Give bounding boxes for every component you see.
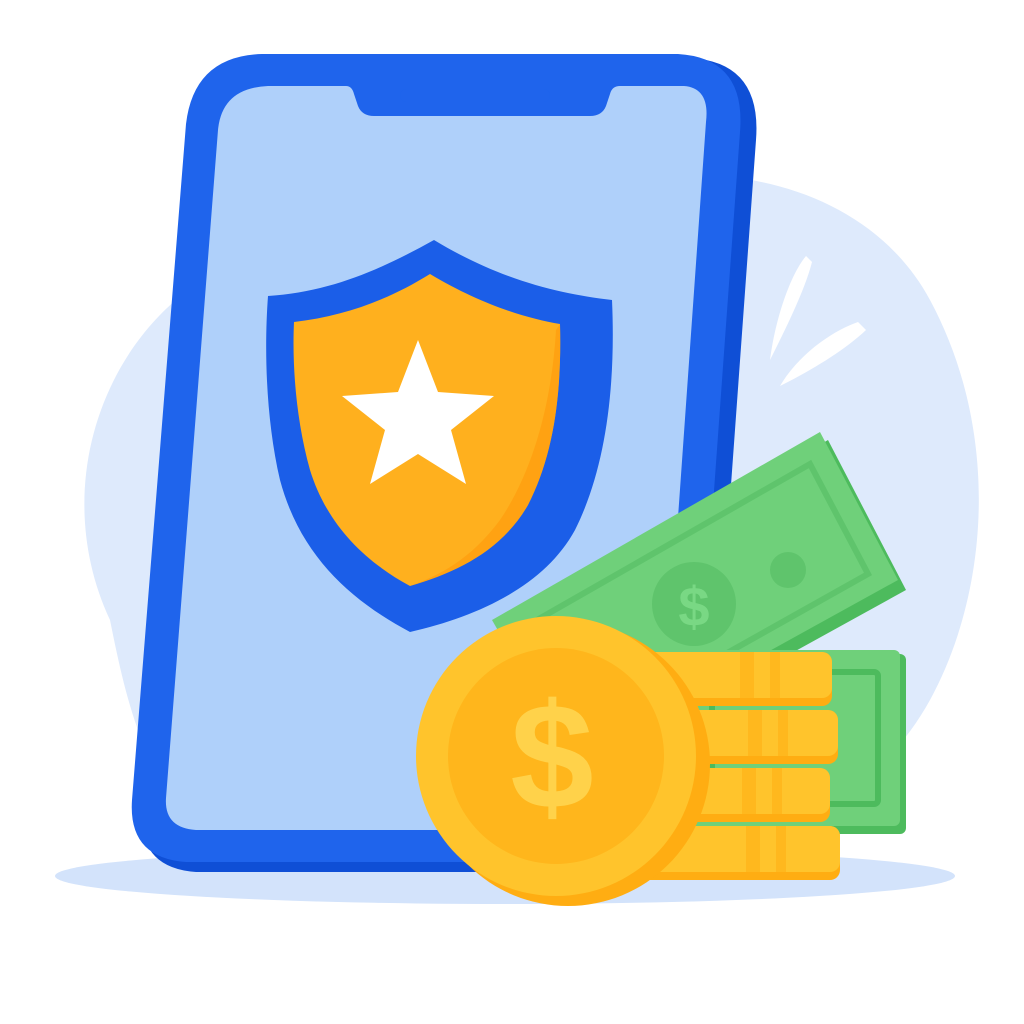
dollar-sign-icon: $ — [510, 672, 593, 840]
illustration-svg: $ $ — [55, 54, 979, 906]
illustration-scene: $ $ — [0, 0, 1024, 1024]
phone-speaker — [400, 89, 550, 102]
dollar-sign-icon: $ — [678, 575, 709, 638]
